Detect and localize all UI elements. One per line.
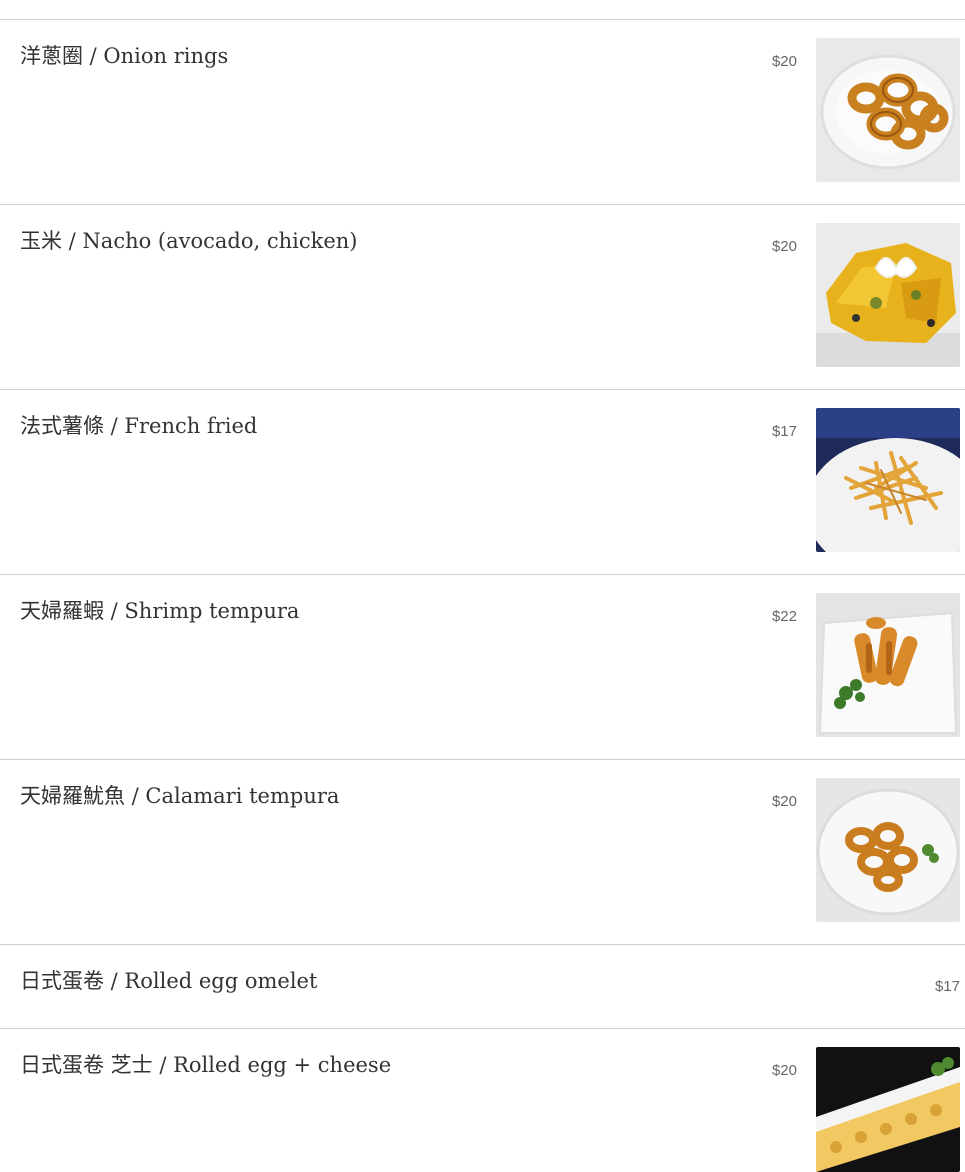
calamari-tempura-photo[interactable] (816, 778, 960, 922)
menu-item[interactable]: 日式蛋卷 / Rolled egg omelet $17 (0, 944, 965, 1028)
onion-rings-photo[interactable] (816, 38, 960, 182)
item-name: 天婦羅蝦 / Shrimp tempura (20, 599, 300, 623)
item-name: 日式蛋卷 / Rolled egg omelet (20, 969, 318, 993)
menu-item[interactable]: 天婦羅蝦 / Shrimp tempura $22 (0, 574, 965, 759)
rolled-egg-cheese-photo[interactable] (816, 1047, 960, 1172)
menu-item[interactable]: 法式薯條 / French fried $17 (0, 389, 965, 574)
menu-item[interactable]: 洋蔥圈 / Onion rings $20 (0, 19, 965, 204)
french-fries-photo[interactable] (816, 408, 960, 552)
item-name: 日式蛋卷 芝士 / Rolled egg + cheese (20, 1053, 392, 1077)
item-price: $20 (771, 238, 797, 255)
nacho-photo[interactable] (816, 223, 960, 367)
menu-item[interactable]: 日式蛋卷 芝士 / Rolled egg + cheese $20 (0, 1028, 965, 1172)
item-price: $20 (771, 1062, 797, 1079)
item-price: $20 (771, 793, 797, 810)
item-price: $17 (934, 978, 960, 995)
menu-item[interactable]: 玉米 / Nacho (avocado, chicken) $20 (0, 204, 965, 389)
item-price: $22 (771, 608, 797, 625)
item-price: $17 (771, 423, 797, 440)
shrimp-tempura-photo[interactable] (816, 593, 960, 737)
item-name: 法式薯條 / French fried (20, 414, 258, 438)
item-name: 玉米 / Nacho (avocado, chicken) (20, 229, 358, 253)
menu-item[interactable]: 天婦羅魷魚 / Calamari tempura $20 (0, 759, 965, 944)
item-price: $20 (771, 53, 797, 70)
item-name: 天婦羅魷魚 / Calamari tempura (20, 784, 340, 808)
item-name: 洋蔥圈 / Onion rings (20, 44, 229, 68)
